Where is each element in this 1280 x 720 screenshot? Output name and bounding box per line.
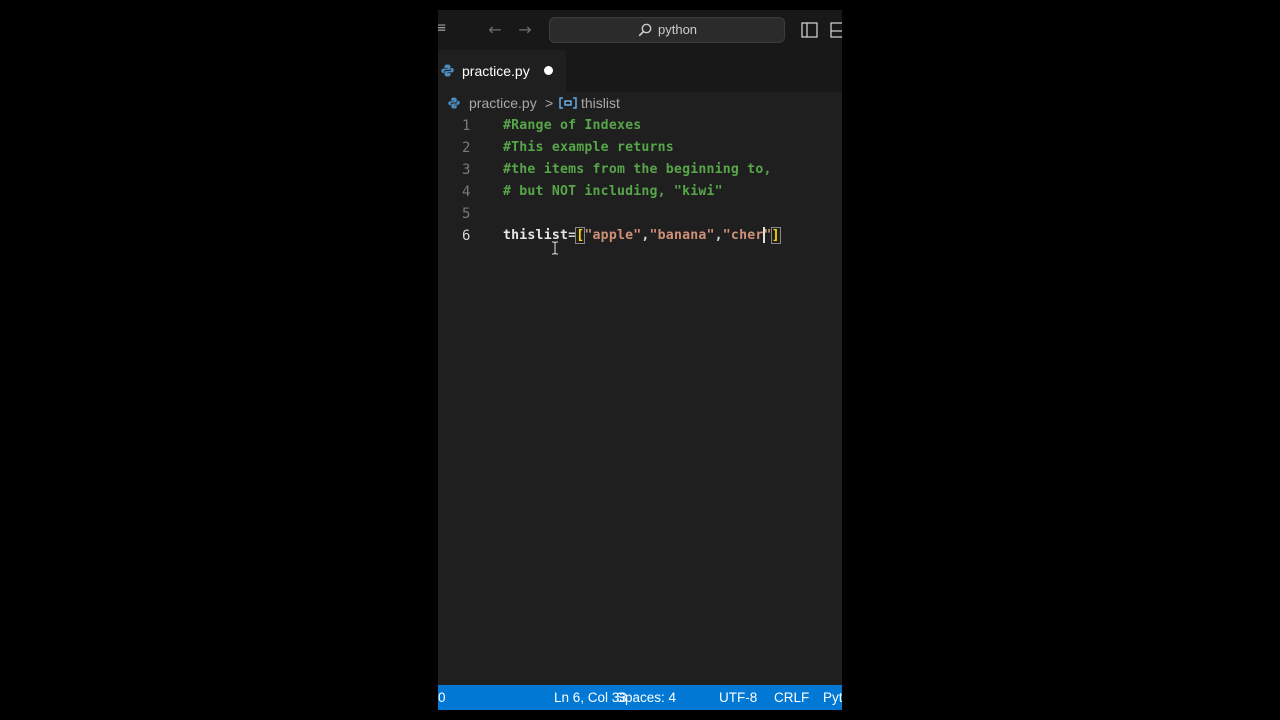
menu-icon[interactable]: ≡: [438, 21, 447, 35]
line-number: 1: [462, 118, 471, 134]
breadcrumb-file[interactable]: practice.py: [469, 92, 537, 114]
variable-symbol-icon: [559, 97, 577, 109]
status-indentation[interactable]: Spaces: 4: [616, 685, 676, 710]
i-beam-cursor-icon: [552, 241, 558, 255]
line-number: 3: [462, 162, 471, 178]
string-token: "cher: [722, 228, 764, 243]
string-token: "banana": [649, 228, 715, 243]
breadcrumb: practice.py > thislist: [438, 92, 842, 114]
code-line[interactable]: 2 #This example returns: [438, 137, 842, 159]
unsaved-dot-icon[interactable]: [544, 66, 553, 75]
status-problems[interactable]: 0: [438, 685, 446, 710]
code-text[interactable]: # but NOT including, "kiwi": [503, 181, 723, 203]
tab-practice-py[interactable]: practice.py: [438, 50, 566, 92]
comma-token: ,: [714, 228, 723, 243]
line-number: 4: [462, 184, 471, 200]
breadcrumb-symbol[interactable]: thislist: [581, 92, 620, 114]
line-number: 5: [462, 206, 471, 222]
title-bar: ≡ ← → python: [438, 10, 842, 50]
bracket-token: ]: [770, 227, 781, 244]
status-encoding[interactable]: UTF-8: [719, 685, 757, 710]
command-center-search[interactable]: python: [549, 17, 785, 43]
breadcrumb-separator: >: [545, 95, 554, 111]
python-file-icon: [441, 64, 454, 77]
status-bar: 0 Ln 6, Col 33 Spaces: 4 UTF-8 CRLF Pyt: [438, 685, 842, 710]
vscode-window: ≡ ← → python practice.py practice.py > t…: [438, 10, 842, 710]
code-line-active[interactable]: 6 thislist=["apple","banana","cher"]: [438, 225, 842, 247]
status-language[interactable]: Pyt: [823, 685, 842, 710]
string-token: ": [763, 228, 772, 243]
code-line[interactable]: 5: [438, 203, 842, 225]
forward-arrow-icon[interactable]: →: [516, 20, 534, 40]
back-arrow-icon[interactable]: ←: [486, 20, 504, 40]
code-text[interactable]: #Range of Indexes: [503, 115, 641, 137]
search-text: python: [658, 22, 698, 37]
line-number: 2: [462, 140, 471, 156]
search-icon: [638, 23, 652, 37]
comma-token: ,: [641, 228, 650, 243]
toggle-panel-icon[interactable]: [830, 22, 842, 38]
code-editor[interactable]: 1 #Range of Indexes 2 #This example retu…: [438, 115, 842, 685]
code-line[interactable]: 3 #the items from the beginning to,: [438, 159, 842, 181]
tab-bar: practice.py: [438, 50, 842, 92]
line-number: 6: [462, 228, 471, 244]
string-token: "apple": [584, 228, 642, 243]
code-line[interactable]: 4 # but NOT including, "kiwi": [438, 181, 842, 203]
code-text[interactable]: thislist=["apple","banana","cher"]: [503, 225, 781, 247]
tab-label: practice.py: [462, 63, 530, 79]
code-text[interactable]: #This example returns: [503, 137, 674, 159]
python-file-icon: [448, 97, 460, 109]
code-text[interactable]: #the items from the beginning to,: [503, 159, 772, 181]
code-line[interactable]: 1 #Range of Indexes: [438, 115, 842, 137]
toggle-sidebar-icon[interactable]: [801, 22, 818, 38]
status-line-ending[interactable]: CRLF: [774, 685, 809, 710]
